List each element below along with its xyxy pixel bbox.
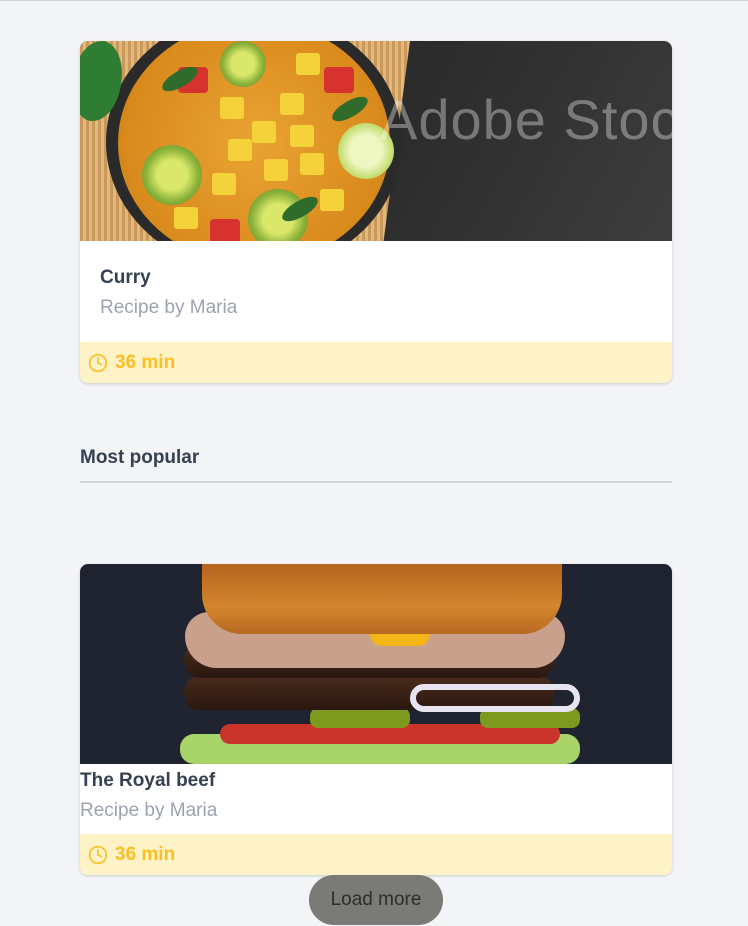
recipe-time: 36 min [115, 351, 176, 373]
recipe-title[interactable]: Curry [100, 266, 652, 290]
recipe-title[interactable]: The Royal beef [80, 769, 672, 793]
recipe-author: Recipe by Maria [100, 297, 238, 318]
recipe-time-footer: 36 min [80, 342, 672, 383]
clock-icon [88, 845, 108, 864]
curry-image: Adobe Stock [80, 41, 672, 241]
section-title-most-popular: Most popular [80, 447, 672, 483]
stock-watermark: Adobe Stock [380, 88, 672, 151]
load-more-button[interactable]: Load more [309, 875, 443, 925]
card-body: Curry Recipe by Maria [80, 241, 672, 341]
card-body: The Royal beef Recipe by Maria [80, 764, 672, 834]
recipe-card-royal-beef[interactable]: The Royal beef Recipe by Maria 36 min [80, 564, 672, 875]
burger-image [80, 564, 672, 764]
recipe-time-footer: 36 min [80, 834, 672, 875]
clock-icon [88, 353, 108, 372]
recipe-author: Recipe by Maria [80, 800, 218, 821]
recipe-time: 36 min [115, 843, 176, 865]
recipe-card-curry[interactable]: Adobe Stock Curry Recipe by Maria 36 min [80, 41, 672, 383]
